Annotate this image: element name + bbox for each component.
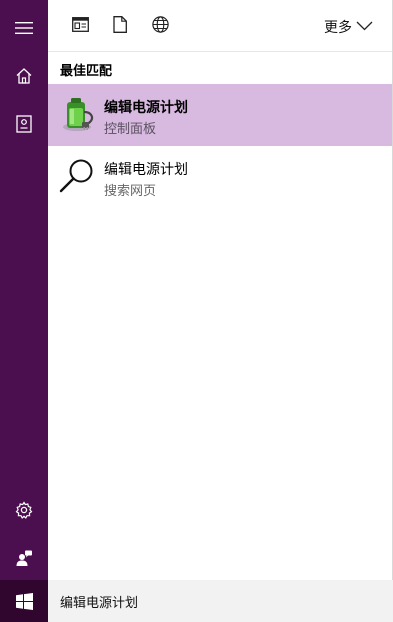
battery-power-icon [58, 94, 98, 134]
home-button[interactable] [0, 52, 48, 100]
result-subtitle: 控制面板 [104, 122, 157, 137]
hamburger-menu-icon [15, 21, 33, 35]
web-filter-icon [151, 15, 169, 37]
best-match-heading: 最佳匹配 [60, 64, 113, 79]
feedback-person-icon [15, 549, 33, 567]
start-button[interactable] [0, 580, 48, 622]
more-filters-button[interactable]: 更多 [324, 17, 373, 37]
web-filter-button[interactable] [146, 12, 174, 40]
apps-filter-button[interactable] [66, 12, 94, 40]
search-input-text[interactable]: 编辑电源计划 [60, 592, 138, 611]
result-item-control-panel[interactable]: 编辑电源计划 控制面板 [48, 84, 393, 146]
result-item-web-search[interactable]: 编辑电源计划 搜索网页 [48, 146, 393, 208]
chevron-down-icon [356, 19, 373, 35]
documents-filter-icon [113, 15, 127, 37]
apps-filter-icon [71, 16, 89, 36]
hamburger-menu-button[interactable] [0, 4, 48, 52]
notebook-icon [16, 115, 32, 133]
documents-filter-button[interactable] [106, 12, 134, 40]
notebook-button[interactable] [0, 100, 48, 148]
settings-gear-icon [15, 501, 33, 519]
result-subtitle: 搜索网页 [104, 184, 157, 199]
home-icon [15, 67, 33, 85]
settings-button[interactable] [0, 486, 48, 534]
left-rail [0, 0, 48, 622]
search-box[interactable]: 编辑电源计划 [48, 580, 393, 622]
filter-bar: 更多 [48, 0, 393, 52]
search-magnifier-icon [58, 156, 98, 196]
search-results-panel: 更多 最佳匹配 编辑电源计划 控制面板 编辑电源计划 搜索网页 [48, 0, 393, 622]
feedback-button[interactable] [0, 534, 48, 582]
result-title: 编辑电源计划 [104, 162, 188, 178]
more-filters-label: 更多 [324, 20, 352, 36]
result-title: 编辑电源计划 [104, 100, 188, 116]
windows-logo-icon [15, 592, 33, 610]
